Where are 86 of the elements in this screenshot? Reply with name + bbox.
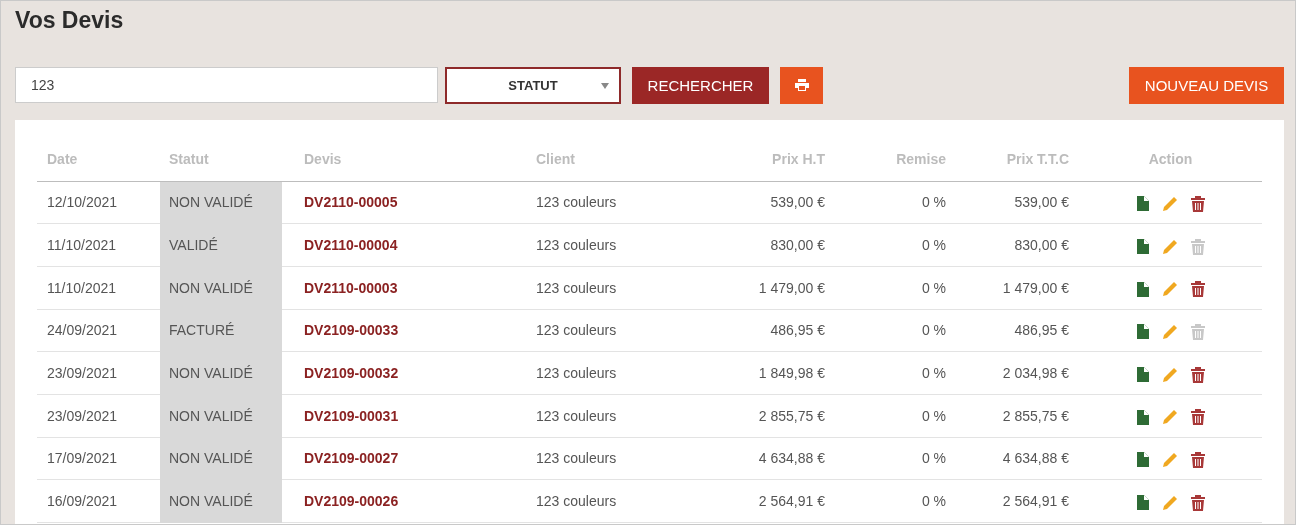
price-cell: 2 034,98 € xyxy=(1002,365,1069,382)
quote-link[interactable]: DV2110-00005 xyxy=(304,194,398,211)
document-icon[interactable] xyxy=(1136,495,1149,511)
client-cell: 123 couleurs xyxy=(536,450,617,467)
document-icon[interactable] xyxy=(1136,324,1149,340)
discount-cell: 0 % xyxy=(921,322,946,339)
quote-link[interactable]: DV2109-00026 xyxy=(304,493,399,510)
date-cell: 12/10/2021 xyxy=(47,194,118,211)
date-cell: 11/10/2021 xyxy=(47,237,117,254)
date-cell: 16/09/2021 xyxy=(47,493,118,510)
printer-icon xyxy=(794,79,809,91)
discount-cell: 0 % xyxy=(921,237,946,254)
search-button[interactable]: RECHERCHER xyxy=(632,66,769,104)
date-cell: 11/10/2021 xyxy=(47,279,117,296)
status-cell: VALIDÉ xyxy=(169,237,218,254)
quote-link[interactable]: DV2110-00003 xyxy=(304,279,398,296)
client-cell: 123 couleurs xyxy=(536,407,617,424)
page-title: Vos Devis xyxy=(15,6,125,35)
quote-link[interactable]: DV2109-00032 xyxy=(304,365,399,382)
column-header: Statut xyxy=(169,151,209,168)
column-header: Devis xyxy=(304,151,342,168)
date-cell: 17/09/2021 xyxy=(47,450,118,467)
discount-cell: 0 % xyxy=(921,407,946,424)
price-cell: 830,00 € xyxy=(770,237,825,254)
price-cell: 830,00 € xyxy=(1014,237,1069,254)
document-icon[interactable] xyxy=(1136,239,1149,255)
column-header: Client xyxy=(536,151,575,168)
document-icon[interactable] xyxy=(1136,281,1149,297)
status-dropdown[interactable]: STATUT xyxy=(445,66,621,104)
document-icon[interactable] xyxy=(1136,452,1149,468)
client-cell: 123 couleurs xyxy=(536,493,617,510)
price-cell: 1 479,00 € xyxy=(758,279,825,296)
status-cell: NON VALIDÉ xyxy=(169,493,253,510)
print-button[interactable] xyxy=(780,66,823,104)
trash-icon[interactable] xyxy=(1190,494,1205,511)
status-cell: NON VALIDÉ xyxy=(169,365,253,382)
client-cell: 123 couleurs xyxy=(536,194,617,211)
column-header: Remise xyxy=(896,151,946,168)
trash-icon[interactable] xyxy=(1190,451,1205,468)
status-cell: NON VALIDÉ xyxy=(169,450,253,467)
price-cell: 2 564,91 € xyxy=(758,493,825,510)
search-field[interactable]: 123 xyxy=(15,67,438,103)
discount-cell: 0 % xyxy=(921,365,946,382)
client-cell: 123 couleurs xyxy=(536,237,617,254)
price-cell: 2 564,91 € xyxy=(1002,493,1069,510)
price-cell: 2 855,75 € xyxy=(758,407,825,424)
quote-link[interactable]: DV2110-00004 xyxy=(304,237,398,254)
client-cell: 123 couleurs xyxy=(536,279,617,296)
status-cell: FACTURÉ xyxy=(169,322,235,339)
column-header: Date xyxy=(47,151,78,168)
status-cell: NON VALIDÉ xyxy=(169,279,253,296)
price-cell: 4 634,88 € xyxy=(1002,450,1069,467)
date-cell: 24/09/2021 xyxy=(47,322,118,339)
date-cell: 23/09/2021 xyxy=(47,407,118,424)
discount-cell: 0 % xyxy=(921,279,946,296)
trash-icon[interactable] xyxy=(1190,195,1205,212)
discount-cell: 0 % xyxy=(921,493,946,510)
quote-link[interactable]: DV2109-00033 xyxy=(304,322,399,339)
price-cell: 2 855,75 € xyxy=(1002,407,1069,424)
discount-cell: 0 % xyxy=(921,450,946,467)
trash-icon[interactable] xyxy=(1190,366,1205,383)
price-cell: 1 479,00 € xyxy=(1002,279,1069,296)
price-cell: 486,95 € xyxy=(1014,322,1069,339)
price-cell: 486,95 € xyxy=(770,322,825,339)
column-header: Prix T.T.C xyxy=(1006,151,1069,168)
caret-icon xyxy=(601,82,609,89)
price-cell: 4 634,88 € xyxy=(758,450,825,467)
price-cell: 1 849,98 € xyxy=(758,365,825,382)
status-cell: NON VALIDÉ xyxy=(169,407,253,424)
trash-icon[interactable] xyxy=(1190,281,1205,298)
new-quote-button[interactable]: NOUVEAU DEVIS xyxy=(1129,66,1284,104)
quote-link[interactable]: DV2109-00027 xyxy=(304,450,399,467)
document-icon[interactable] xyxy=(1136,409,1149,425)
column-header: Prix H.T xyxy=(772,151,825,168)
trash-icon[interactable] xyxy=(1190,409,1205,426)
column-header: Action xyxy=(1148,151,1193,168)
price-cell: 539,00 € xyxy=(1014,194,1069,211)
document-icon[interactable] xyxy=(1136,367,1149,383)
price-cell: 539,00 € xyxy=(770,194,825,211)
status-cell: NON VALIDÉ xyxy=(169,194,253,211)
client-cell: 123 couleurs xyxy=(536,365,617,382)
quote-link[interactable]: DV2109-00031 xyxy=(304,407,399,424)
discount-cell: 0 % xyxy=(921,194,946,211)
document-icon[interactable] xyxy=(1136,196,1149,212)
client-cell: 123 couleurs xyxy=(536,322,617,339)
date-cell: 23/09/2021 xyxy=(47,365,118,382)
